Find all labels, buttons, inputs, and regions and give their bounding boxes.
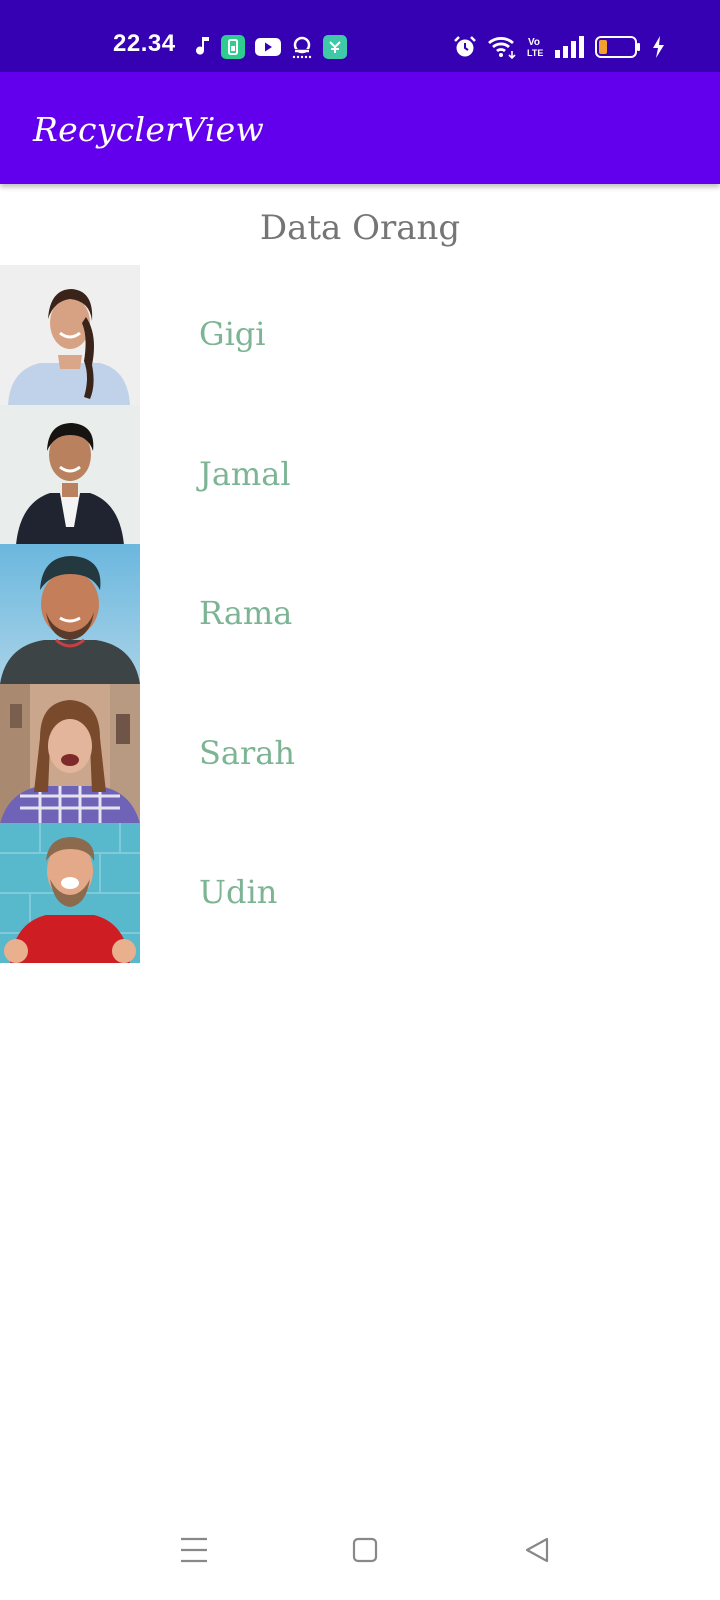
podcast-icon xyxy=(291,35,313,59)
person-name: Rama xyxy=(199,594,293,632)
back-button[interactable] xyxy=(512,1530,562,1570)
list-item[interactable]: Rama xyxy=(0,544,720,684)
youtube-icon xyxy=(255,37,281,57)
list-item[interactable]: Jamal xyxy=(0,404,720,544)
back-icon xyxy=(524,1537,550,1563)
person-photo xyxy=(0,404,140,544)
menu-icon xyxy=(180,1537,208,1563)
status-time: 22.34 xyxy=(113,30,176,57)
person-photo xyxy=(0,823,140,963)
wifi-icon xyxy=(487,35,517,59)
volte-icon: Vo LTE xyxy=(527,35,545,59)
app-title: RecyclerView xyxy=(33,110,265,149)
person-photo xyxy=(0,265,140,405)
navigation-bar xyxy=(0,1500,720,1600)
home-icon xyxy=(352,1537,378,1563)
status-right-icons: Vo LTE xyxy=(453,34,665,60)
person-photo xyxy=(0,544,140,684)
list-item[interactable]: Gigi xyxy=(0,265,720,405)
charging-icon xyxy=(651,35,665,59)
svg-text:LTE: LTE xyxy=(527,48,543,58)
person-name: Gigi xyxy=(199,315,266,353)
list-item[interactable]: Udin xyxy=(0,823,720,963)
signal-icon xyxy=(555,36,585,58)
svg-text:Vo: Vo xyxy=(528,37,540,48)
home-button[interactable] xyxy=(340,1530,390,1570)
person-list: Gigi Jamal Rama Sarah Udin xyxy=(0,265,720,963)
status-bar: 22.34 Vo LTE xyxy=(0,0,720,72)
person-name: Jamal xyxy=(199,454,291,493)
content-heading: Data Orang xyxy=(259,208,461,248)
app-bar: RecyclerView xyxy=(0,72,720,184)
person-photo xyxy=(0,683,140,823)
menu-button[interactable] xyxy=(169,1530,219,1570)
alarm-icon xyxy=(453,35,477,59)
app-store-icon xyxy=(323,35,347,59)
person-name: Udin xyxy=(199,873,278,911)
person-name: Sarah xyxy=(199,733,295,772)
list-item[interactable]: Sarah xyxy=(0,683,720,823)
phone-cleaner-icon xyxy=(221,35,245,59)
music-note-icon xyxy=(195,35,211,59)
status-left-icons xyxy=(195,34,347,60)
battery-icon xyxy=(595,35,641,59)
